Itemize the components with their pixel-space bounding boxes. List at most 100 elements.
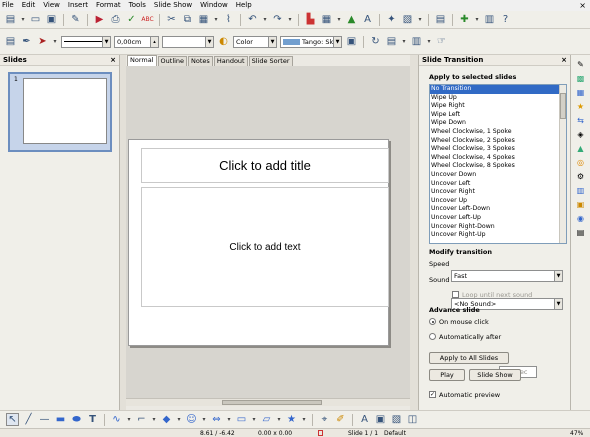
transition-item[interactable]: Wipe Up bbox=[430, 94, 566, 103]
interaction-icon[interactable]: ☞ bbox=[435, 35, 448, 48]
slide-canvas[interactable]: Click to add title Click to add text bbox=[126, 66, 410, 398]
undo-dropdown-icon[interactable]: ▾ bbox=[262, 16, 268, 23]
gallery-icon[interactable]: ▲ bbox=[575, 143, 586, 154]
tab-notes[interactable]: Notes bbox=[188, 56, 213, 66]
arrow-style-icon[interactable]: ➤ bbox=[36, 35, 49, 48]
curve-dropdown-icon[interactable]: ▾ bbox=[126, 416, 132, 423]
edit-file-icon[interactable]: ✎ bbox=[69, 13, 82, 26]
color-icon[interactable]: ◉ bbox=[575, 213, 586, 224]
menu-insert[interactable]: Insert bbox=[68, 0, 88, 11]
apply-all-button[interactable]: Apply to All Slides bbox=[429, 352, 509, 364]
text-icon[interactable]: T bbox=[86, 413, 99, 426]
on-click-radio[interactable] bbox=[429, 318, 436, 325]
speed-select[interactable]: Fast ▼ bbox=[451, 270, 563, 282]
autospellcheck-icon[interactable]: ABC bbox=[141, 13, 154, 26]
undo-icon[interactable]: ↶ bbox=[246, 13, 259, 26]
line-arrow-icon[interactable]: — bbox=[38, 413, 51, 426]
sidebar-menu-icon[interactable]: ▤ bbox=[575, 227, 586, 238]
chevron-down-icon[interactable]: ▼ bbox=[333, 36, 341, 47]
transition-item[interactable]: No Transition bbox=[430, 85, 566, 94]
fontwork-icon[interactable]: A bbox=[361, 13, 374, 26]
auto-preview-checkbox[interactable]: ✓ bbox=[429, 391, 436, 398]
chart-icon[interactable]: ▙ bbox=[304, 13, 317, 26]
paste-icon[interactable]: ▦ bbox=[197, 13, 210, 26]
gallery-icon[interactable]: ▧ bbox=[390, 413, 403, 426]
transition-item[interactable]: Wheel Clockwise, 4 Spokes bbox=[430, 154, 566, 163]
connector-icon[interactable]: ⌐ bbox=[135, 413, 148, 426]
line-width-field[interactable]: 0,00cm ▴ bbox=[114, 35, 159, 48]
menu-window[interactable]: Window bbox=[200, 0, 228, 11]
transition-item[interactable]: Wipe Down bbox=[430, 119, 566, 128]
transition-item[interactable]: Wheel Clockwise, 3 Spokes bbox=[430, 145, 566, 154]
align-icon[interactable]: ▤ bbox=[385, 35, 398, 48]
chevron-down-icon[interactable]: ▼ bbox=[205, 36, 213, 47]
layouts-icon[interactable]: ▦ bbox=[575, 87, 586, 98]
arrange-icon[interactable]: ▥ bbox=[410, 35, 423, 48]
export-pdf-icon[interactable]: ▶ bbox=[93, 13, 106, 26]
area-style-combo[interactable]: Color ▼ bbox=[233, 35, 277, 48]
extrusion-icon[interactable]: ◫ bbox=[406, 413, 419, 426]
new-slide-icon[interactable]: ✚ bbox=[458, 13, 471, 26]
line-icon[interactable]: ╱ bbox=[22, 413, 35, 426]
callouts-icon[interactable]: ▱ bbox=[260, 413, 273, 426]
slide-thumbnail-selected[interactable]: 1 bbox=[8, 72, 112, 152]
custom-animation-icon[interactable]: ★ bbox=[575, 101, 586, 112]
play-button[interactable]: Play bbox=[429, 369, 465, 381]
stars-icon[interactable]: ★ bbox=[285, 413, 298, 426]
transition-item[interactable]: Uncover Left-Down bbox=[430, 205, 566, 214]
help-icon[interactable]: ? bbox=[499, 13, 512, 26]
slide-design-icon[interactable]: ▥ bbox=[483, 13, 496, 26]
close-document-icon[interactable]: × bbox=[579, 0, 586, 11]
master-pages-icon[interactable]: ▩ bbox=[575, 73, 586, 84]
transition-item[interactable]: Wheel Clockwise, 1 Spoke bbox=[430, 128, 566, 137]
loop-checkbox[interactable] bbox=[452, 291, 459, 298]
functions-icon[interactable]: ⚙ bbox=[575, 171, 586, 182]
menu-view[interactable]: View bbox=[43, 0, 60, 11]
pane-splitter[interactable] bbox=[410, 55, 418, 410]
tab-handout[interactable]: Handout bbox=[213, 56, 248, 66]
flowchart-dropdown-icon[interactable]: ▾ bbox=[251, 416, 257, 423]
save-icon[interactable]: ▣ bbox=[45, 13, 58, 26]
ellipse-icon[interactable]: ⬬ bbox=[70, 413, 83, 426]
scroll-thumb[interactable] bbox=[222, 400, 322, 405]
list-scrollbar[interactable] bbox=[559, 85, 566, 243]
chevron-down-icon[interactable]: ▼ bbox=[102, 36, 110, 47]
basic-shapes-dropdown-icon[interactable]: ▾ bbox=[176, 416, 182, 423]
zoom-level[interactable]: 47% bbox=[570, 430, 583, 437]
fontwork-icon[interactable]: A bbox=[358, 413, 371, 426]
menu-help[interactable]: Help bbox=[236, 0, 252, 11]
clone-format-icon[interactable]: ⌇ bbox=[222, 13, 235, 26]
menu-tools[interactable]: Tools bbox=[129, 0, 146, 11]
scroll-thumb[interactable] bbox=[560, 93, 566, 119]
title-placeholder[interactable]: Click to add title bbox=[141, 148, 389, 183]
slide[interactable]: Click to add title Click to add text bbox=[128, 139, 389, 346]
chevron-down-icon[interactable]: ▼ bbox=[554, 271, 562, 281]
transition-item[interactable]: Wipe Left bbox=[430, 111, 566, 120]
gallery-icon[interactable]: ▧ bbox=[401, 13, 414, 26]
slide-layout-icon[interactable]: ▤ bbox=[434, 13, 447, 26]
transition-item[interactable]: Wheel Clockwise, 2 Spokes bbox=[430, 137, 566, 146]
symbol-shapes-icon[interactable]: ☺ bbox=[185, 413, 198, 426]
new-slide-dropdown-icon[interactable]: ▾ bbox=[474, 16, 480, 23]
table-dropdown-icon[interactable]: ▾ bbox=[336, 16, 342, 23]
slide-thumbnail[interactable] bbox=[23, 78, 107, 144]
arrow-style-dropdown-icon[interactable]: ▾ bbox=[52, 38, 58, 45]
menu-edit[interactable]: Edit bbox=[22, 0, 36, 11]
connector-dropdown-icon[interactable]: ▾ bbox=[151, 416, 157, 423]
stars-dropdown-icon[interactable]: ▾ bbox=[301, 416, 307, 423]
select-arrow-icon[interactable]: ↖ bbox=[6, 413, 19, 426]
glue-points-icon[interactable]: ✐ bbox=[334, 413, 347, 426]
tab-outline[interactable]: Outline bbox=[157, 56, 188, 66]
transition-item[interactable]: Uncover Right-Up bbox=[430, 231, 566, 240]
slide-transition-icon[interactable]: ⇆ bbox=[575, 115, 586, 126]
callouts-dropdown-icon[interactable]: ▾ bbox=[276, 416, 282, 423]
transition-item[interactable]: Uncover Up bbox=[430, 197, 566, 206]
spellcheck-icon[interactable]: ✓ bbox=[125, 13, 138, 26]
table-icon[interactable]: ▦ bbox=[320, 13, 333, 26]
chevron-down-icon[interactable]: ▼ bbox=[554, 299, 562, 309]
paste-dropdown-icon[interactable]: ▾ bbox=[213, 16, 219, 23]
flowchart-icon[interactable]: ▭ bbox=[235, 413, 248, 426]
menu-slide-show[interactable]: Slide Show bbox=[154, 0, 192, 11]
tables-icon[interactable]: ▥ bbox=[575, 185, 586, 196]
area-style-icon[interactable]: ◐ bbox=[217, 35, 230, 48]
